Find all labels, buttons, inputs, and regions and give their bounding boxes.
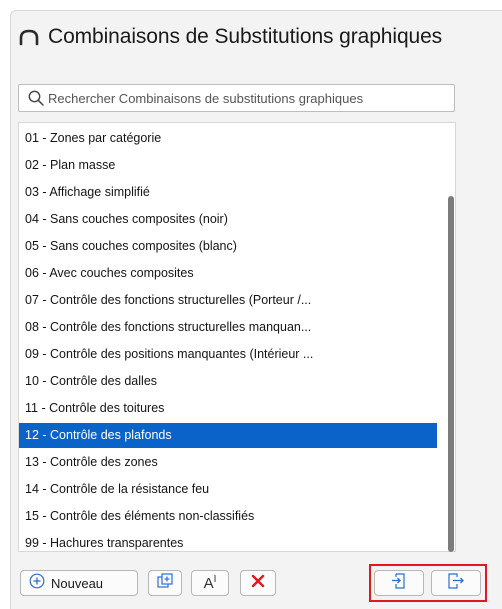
import-button[interactable] <box>374 570 424 596</box>
list-item[interactable]: 12 - Contrôle des plafonds <box>19 423 437 448</box>
rename-button[interactable]: AI <box>191 570 229 596</box>
export-icon <box>447 572 465 595</box>
list-item[interactable]: 06 - Avec couches composites <box>19 261 437 286</box>
combinations-list[interactable]: 01 - Zones par catégorie 02 - Plan masse 0… <box>18 122 456 552</box>
new-combination-button[interactable]: Nouveau <box>20 570 138 596</box>
scrollbar-thumb[interactable] <box>448 196 454 552</box>
list-item[interactable]: 15 - Contrôle des éléments non-classifié… <box>19 504 437 529</box>
list-item[interactable]: 02 - Plan masse <box>19 153 437 178</box>
list-item[interactable]: 07 - Contrôle des fonctions structurelle… <box>19 288 437 313</box>
delete-x-icon <box>250 573 266 594</box>
plus-circle-icon <box>29 573 45 594</box>
palette-title: Combinaisons de Substitutions graphiques <box>48 25 443 48</box>
palette-header: Combinaisons de Substitutions graphiques <box>18 22 442 52</box>
delete-button[interactable] <box>240 570 276 596</box>
new-button-label: Nouveau <box>51 575 104 591</box>
search-icon <box>27 89 45 107</box>
duplicate-button[interactable] <box>148 570 182 596</box>
list-item[interactable]: 04 - Sans couches composites (noir) <box>19 207 437 232</box>
list-item[interactable]: 14 - Contrôle de la résistance feu <box>19 477 437 502</box>
list-item[interactable]: 03 - Affichage simplifié <box>19 180 437 205</box>
import-icon <box>390 572 408 595</box>
list-scrollbar[interactable] <box>448 124 454 552</box>
list-item[interactable]: 05 - Sans couches composites (blanc) <box>19 234 437 259</box>
list-item[interactable]: 09 - Contrôle des positions manquantes (… <box>19 342 437 367</box>
arch-icon <box>18 26 40 48</box>
list-item[interactable]: 13 - Contrôle des zones <box>19 450 437 475</box>
export-button[interactable] <box>431 570 481 596</box>
list-item[interactable]: 99 - Hachures transparentes <box>19 531 437 551</box>
list-item[interactable]: 08 - Contrôle des fonctions structurelle… <box>19 315 437 340</box>
search-input[interactable] <box>48 90 448 106</box>
search-field[interactable] <box>18 84 455 112</box>
list-item[interactable]: 11 - Contrôle des toitures <box>19 396 437 421</box>
duplicate-icon <box>156 572 174 595</box>
rename-text-icon: AI <box>203 574 217 592</box>
list-item[interactable]: 10 - Contrôle des dalles <box>19 369 437 394</box>
list-item[interactable]: 01 - Zones par catégorie <box>19 126 437 151</box>
